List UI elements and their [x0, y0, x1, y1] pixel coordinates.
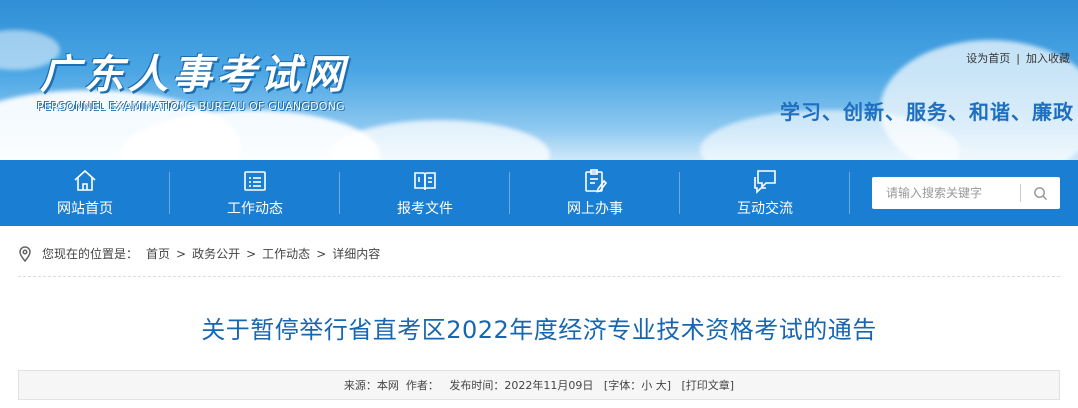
article-publish-time: 发布时间：2022年11月09日 — [449, 379, 594, 392]
breadcrumb-work-news[interactable]: 工作动态 — [262, 245, 310, 262]
article-title: 关于暂停举行省直考区2022年度经济专业技术资格考试的通告 — [201, 316, 877, 344]
search-button[interactable] — [1021, 178, 1059, 208]
nav-item-label: 网站首页 — [57, 201, 113, 217]
header-banner: 广东人事考试网 PERSONNEL EXAMINATIONS BUREAU OF… — [0, 0, 1078, 160]
news-list-icon — [242, 168, 268, 194]
set-homepage-link[interactable]: 设为首页 — [966, 52, 1010, 65]
top-links: 设为首页 | 加入收藏 — [966, 50, 1070, 66]
print-article-button[interactable]: [打印文章] — [682, 377, 735, 393]
nav-item-label: 报考文件 — [397, 201, 453, 217]
font-small-button[interactable]: 小 — [641, 377, 652, 393]
search-input[interactable] — [872, 178, 1020, 208]
breadcrumb-arrow: > — [246, 246, 257, 261]
site-logo-subtitle: PERSONNEL EXAMINATIONS BUREAU OF GUANGDO… — [37, 100, 345, 113]
font-size-label: [字体： — [603, 379, 642, 392]
article-author: 作者： — [405, 379, 439, 392]
clipboard-pen-icon — [582, 168, 608, 194]
nav-item-exam-documents[interactable]: 报考文件 — [340, 160, 510, 226]
main-navigation: 网站首页 工作动态 报考文件 网上办事 互动交流 — [0, 160, 1078, 226]
breadcrumb-arrow: > — [176, 246, 187, 261]
slogan: 学习、创新、服务、和谐、廉政 — [780, 100, 1074, 124]
breadcrumb-home[interactable]: 首页 — [146, 245, 170, 262]
nav-item-label: 工作动态 — [227, 201, 283, 217]
nav-item-label: 互动交流 — [737, 201, 793, 217]
font-large-button[interactable]: 大 — [656, 377, 667, 393]
breadcrumb-gov-affairs[interactable]: 政务公开 — [192, 245, 240, 262]
breadcrumb: 您现在的位置是： 首页 > 政务公开 > 工作动态 > 详细内容 — [18, 243, 1060, 277]
open-book-icon — [412, 168, 438, 194]
nav-item-interaction[interactable]: 互动交流 — [680, 160, 850, 226]
home-icon — [72, 168, 98, 194]
site-logo-title[interactable]: 广东人事考试网 — [40, 42, 348, 100]
nav-item-online-services[interactable]: 网上办事 — [510, 160, 680, 226]
location-pin-icon — [18, 245, 32, 262]
top-links-separator: | — [1016, 52, 1020, 65]
add-favorite-link[interactable]: 加入收藏 — [1026, 52, 1070, 65]
breadcrumb-prefix: 您现在的位置是： — [42, 247, 139, 261]
breadcrumb-arrow: > — [316, 246, 327, 261]
article-source: 来源：本网 — [343, 379, 399, 392]
article-meta-bar: 来源：本网 作者： 发布时间：2022年11月09日 [字体： 小 大 ] [打… — [18, 370, 1060, 400]
search-box — [872, 177, 1060, 209]
nav-item-label: 网上办事 — [567, 201, 623, 217]
chat-bubbles-icon — [752, 168, 778, 194]
nav-item-work-news[interactable]: 工作动态 — [170, 160, 340, 226]
search-icon — [1033, 186, 1047, 200]
nav-item-home[interactable]: 网站首页 — [0, 160, 170, 226]
breadcrumb-current[interactable]: 详细内容 — [332, 245, 380, 262]
